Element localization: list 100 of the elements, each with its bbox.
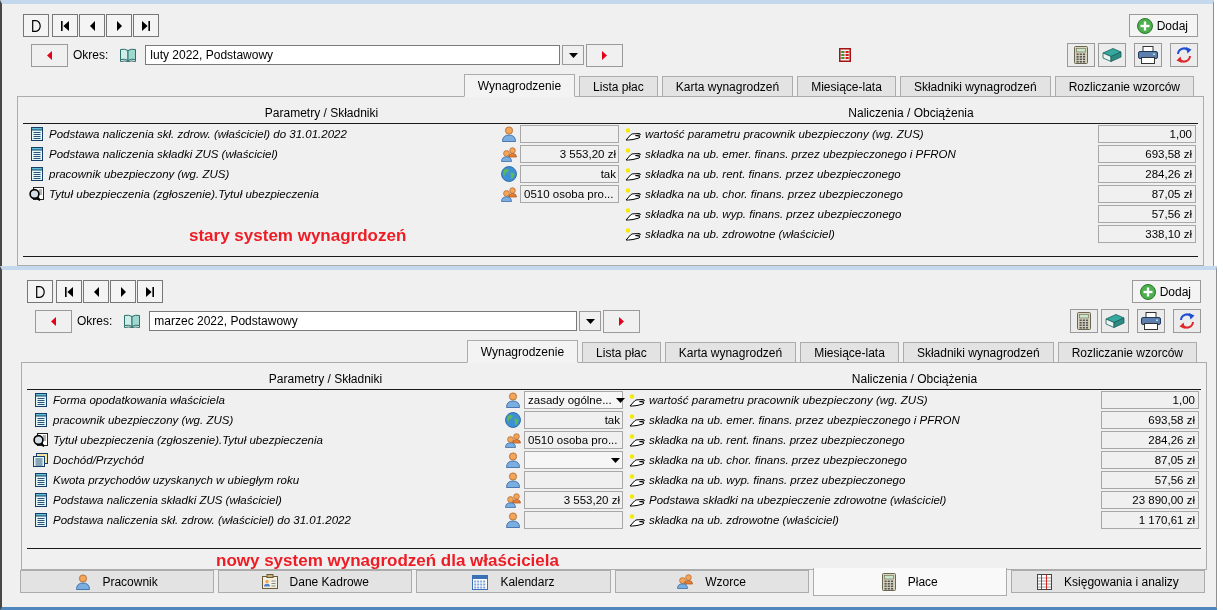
next-period-button[interactable] <box>586 43 624 67</box>
stacked-sheets-icon <box>33 453 48 467</box>
module-tab[interactable]: Płace <box>812 568 1007 596</box>
parameter-label: Podstawa naliczenia skł. zdrow. (właściciel) do 31.01.2022 <box>49 128 348 140</box>
nav-button[interactable] <box>27 280 53 303</box>
book-button[interactable] <box>1098 43 1126 67</box>
dropdown-button[interactable] <box>562 45 585 65</box>
refresh-button[interactable] <box>1170 43 1198 67</box>
charge-label: Podstawa składki na ubezpieczenie zdrowotne (właściciel) <box>649 494 948 506</box>
parameter-label: Dochód/Przychód <box>53 454 145 466</box>
caret-left-icon <box>93 286 99 297</box>
tab[interactable]: Lista płac <box>582 342 661 363</box>
charge-label: składka na ub. zdrowotne (właściciel) <box>645 228 836 240</box>
hand-writing-icon <box>629 413 646 427</box>
caret-left-icon <box>89 20 95 31</box>
last-button[interactable] <box>137 280 163 303</box>
column-header: Naliczenia / Obciążenia <box>850 371 979 388</box>
parameter-label: Podstawa naliczenia skł. zdrow. (właściciel) do 31.01.2022 <box>53 514 352 526</box>
tab[interactable]: Wynagrodzenie <box>466 340 579 363</box>
amount-field: 1,00 <box>1098 125 1196 143</box>
globe-icon <box>501 166 517 182</box>
dropdown-button[interactable] <box>579 311 602 331</box>
tab[interactable]: Miesiące-lata <box>800 342 899 363</box>
module-tab[interactable]: Kalendarz <box>416 570 611 593</box>
calculator-icon <box>1077 312 1091 330</box>
value-field[interactable] <box>524 471 623 489</box>
tab[interactable]: Składniki wynagrodzeń <box>902 342 1054 363</box>
tab[interactable]: Miesiące-lata <box>797 76 896 97</box>
tab[interactable]: Składniki wynagrodzeń <box>899 76 1051 97</box>
add-button[interactable]: Dodaj <box>1131 280 1201 303</box>
period-field[interactable]: marzec 2022, Podstawowy <box>149 311 578 331</box>
print-button[interactable] <box>1137 309 1165 333</box>
value-field[interactable]: 0510 osoba pro... <box>524 431 623 449</box>
hand-writing-icon <box>629 453 646 467</box>
amount-field: 57,56 zł <box>1101 471 1199 489</box>
print-icon <box>1141 312 1161 330</box>
tab[interactable]: Karta wynagrodzeń <box>661 76 794 97</box>
nav-button[interactable] <box>23 14 49 37</box>
caret-left-icon <box>47 50 52 60</box>
charge-label: wartość parametru pracownik ubezpieczony (wg. ZUS) <box>649 394 929 406</box>
previous-button[interactable] <box>79 14 105 37</box>
hand-writing-icon <box>629 493 646 507</box>
value-field[interactable]: 0510 osoba pro... <box>520 185 619 203</box>
module-tab[interactable]: Dane Kadrowe <box>218 570 413 593</box>
module-tab[interactable]: Pracownik <box>20 570 215 593</box>
first-button[interactable] <box>52 14 78 37</box>
amount-field: 57,56 zł <box>1098 205 1196 223</box>
module-tab[interactable]: Wzorce <box>614 570 809 593</box>
person-icon <box>502 126 516 142</box>
add-button[interactable]: Dodaj <box>1128 14 1198 37</box>
tab[interactable]: Lista płac <box>579 76 658 97</box>
hand-writing-icon <box>625 147 642 161</box>
print-button[interactable] <box>1134 43 1162 67</box>
previous-button[interactable] <box>83 280 109 303</box>
amount-field: 338,10 zł <box>1098 225 1196 243</box>
value-field[interactable]: 3 553,20 zł <box>524 491 623 509</box>
next-button[interactable] <box>110 280 136 303</box>
book-button[interactable] <box>1101 309 1129 333</box>
calculator-icon <box>1074 46 1088 64</box>
period-field[interactable]: luty 2022, Podstawowy <box>145 45 561 65</box>
value-dropdown[interactable]: zasady ogólne... <box>524 391 623 409</box>
refresh-icon <box>1178 312 1196 330</box>
person-icon <box>506 452 520 468</box>
annotation-text: nowy system wynagrodzeń dla właściciela <box>216 551 559 570</box>
tab[interactable]: Rozliczanie wzorców <box>1057 342 1197 363</box>
calculator-button[interactable] <box>1070 309 1098 333</box>
value-field[interactable]: tak <box>520 165 619 183</box>
caret-down-icon <box>568 52 578 58</box>
amount-field: 284,26 zł <box>1098 165 1196 183</box>
first-button[interactable] <box>56 280 82 303</box>
parameter-label: pracownik ubezpieczony (wg. ZUS) <box>53 414 235 426</box>
sheet-icon <box>34 413 47 427</box>
period-label: Okres: <box>73 48 109 62</box>
next-button[interactable] <box>106 14 132 37</box>
caret-right-icon <box>120 286 126 297</box>
column-header: Parametry / Składniki <box>267 371 384 388</box>
tab[interactable]: Rozliczanie wzorców <box>1054 76 1194 97</box>
parameter-label: Tytuł ubezpieczenia (zgłoszenie).Tytuł ubezpieczenia <box>49 188 320 200</box>
calculator-button[interactable] <box>1067 43 1095 67</box>
book-icon <box>1102 47 1122 63</box>
previous-period-button[interactable] <box>35 309 72 333</box>
module-tab[interactable]: Księgowania i analizy <box>1010 570 1206 593</box>
previous-period-button[interactable] <box>31 43 68 67</box>
calculator-icon <box>881 572 896 591</box>
person-icon <box>506 392 520 408</box>
refresh-button[interactable] <box>1173 309 1201 333</box>
tab[interactable]: Karta wynagrodzeń <box>664 342 797 363</box>
caret-down-icon <box>585 318 595 324</box>
sheet-icon <box>30 167 43 181</box>
amount-field: 87,05 zł <box>1101 451 1199 469</box>
value-field[interactable]: 3 553,20 zł <box>520 145 619 163</box>
tab[interactable]: Wynagrodzenie <box>463 74 576 97</box>
amount-field: 284,26 zł <box>1101 431 1199 449</box>
value-field[interactable] <box>524 511 623 529</box>
value-field[interactable]: tak <box>524 411 623 429</box>
group-icon <box>505 492 521 508</box>
sheet-icon <box>30 147 43 161</box>
last-button[interactable] <box>133 14 159 37</box>
value-field[interactable] <box>520 125 619 143</box>
next-period-button[interactable] <box>603 309 641 333</box>
